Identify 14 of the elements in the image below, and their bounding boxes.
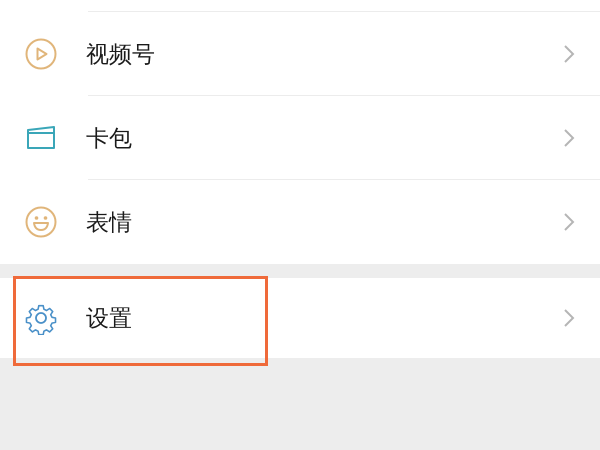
menu-item[interactable]: 卡包 [0, 96, 600, 180]
menu-label: 表情 [86, 208, 133, 238]
menu-label: 设置 [86, 304, 133, 334]
menu-item[interactable]: 设置 [0, 278, 600, 358]
chevron-icon [562, 307, 576, 329]
chevron-icon [562, 127, 576, 149]
menu-label: 卡包 [86, 124, 133, 154]
chevron-icon [562, 43, 576, 65]
chevron-icon [562, 211, 576, 233]
menu-item[interactable]: 表情 [0, 180, 600, 264]
smiley-icon [24, 205, 58, 239]
menu-item[interactable]: 视频号 [0, 12, 600, 96]
play-icon [24, 37, 58, 71]
menu-label: 视频号 [86, 40, 156, 70]
